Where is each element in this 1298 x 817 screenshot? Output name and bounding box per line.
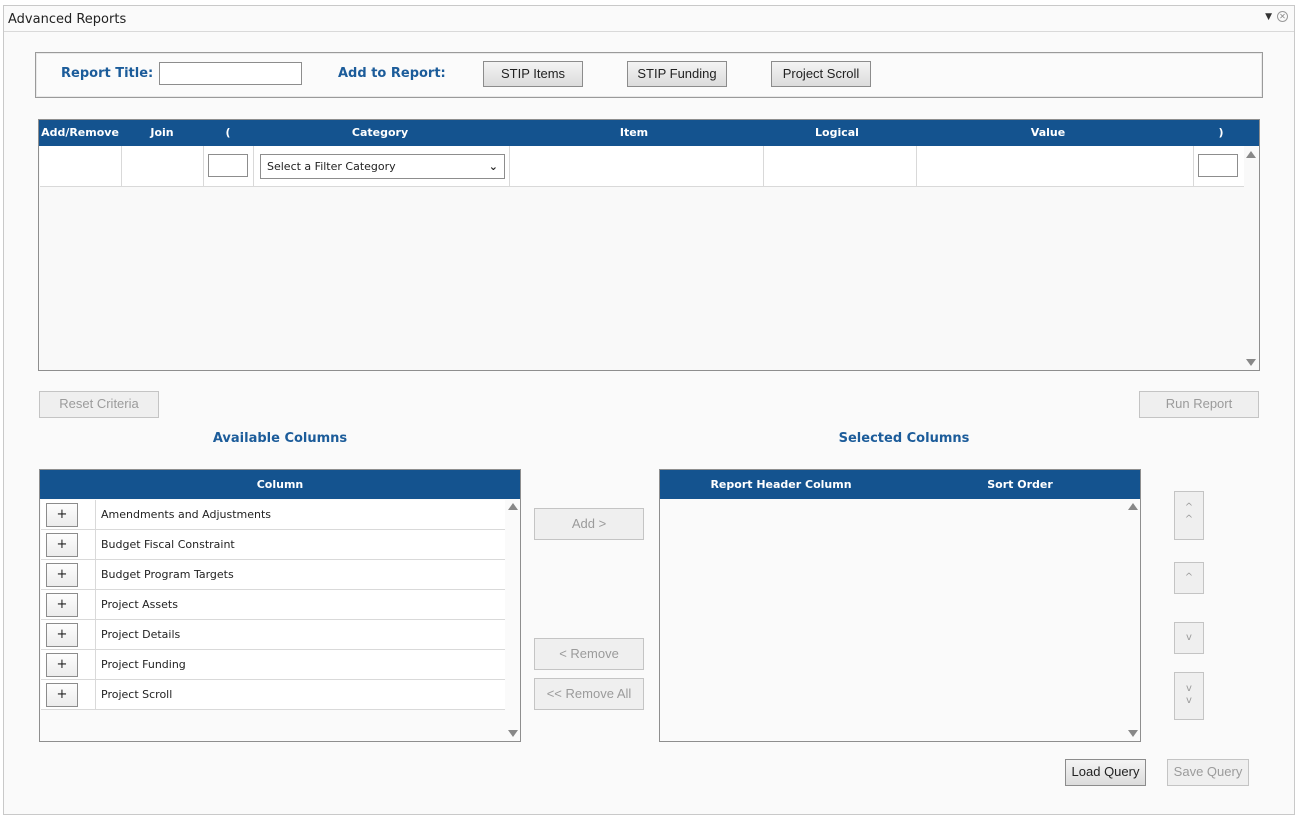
col-header-category: Category [351,126,409,139]
move-up-button[interactable]: ^ [1174,562,1204,594]
list-item-label: Budget Fiscal Constraint [101,538,235,551]
col-header-join: Join [150,126,174,139]
col-header-add-remove: Add/Remove [41,126,119,139]
list-item-label: Project Scroll [101,688,173,701]
add-button[interactable]: Add > [534,508,644,540]
criteria-row: Select a Filter Category ⌄ [40,146,1244,187]
list-item: + Budget Program Targets [41,560,505,590]
col-header-item: Item [619,126,649,139]
save-query-button[interactable]: Save Query [1167,759,1249,786]
add-column-button[interactable]: + [46,563,78,587]
close-paren-input[interactable] [1198,154,1238,177]
criteria-header: Add/Remove Join ( Category Item Logical … [39,120,1259,146]
stip-funding-button[interactable]: STIP Funding [627,61,727,87]
load-query-button[interactable]: Load Query [1065,759,1146,786]
available-columns-title: Available Columns [212,431,348,446]
list-item-label: Project Assets [101,598,178,611]
report-title-label: Report Title: [61,66,154,81]
move-down-button[interactable]: v [1174,622,1204,654]
project-scroll-button[interactable]: Project Scroll [771,61,871,87]
collapse-caret-icon[interactable]: ▼ [1265,12,1272,22]
list-item-label: Amendments and Adjustments [101,508,272,521]
panel-header: Advanced Reports ▼ ✕ [4,6,1294,32]
scroll-up-icon[interactable] [1246,151,1256,158]
scroll-down-icon[interactable] [1128,730,1138,737]
sort-order-header: Sort Order [987,478,1053,491]
scroll-up-icon[interactable] [508,503,518,510]
col-header-close-paren: ) [1218,126,1224,139]
add-to-report-label: Add to Report: [338,66,446,81]
report-title-input[interactable] [159,62,302,85]
add-column-button[interactable]: + [46,683,78,707]
scroll-up-icon[interactable] [1128,503,1138,510]
list-item-label: Project Details [101,628,181,641]
col-header-open-paren: ( [225,126,231,139]
close-icon[interactable]: ✕ [1277,11,1288,22]
run-report-button[interactable]: Run Report [1139,391,1259,418]
column-header: Column [256,478,304,491]
list-item: + Project Assets [41,590,505,620]
selected-columns-header: Report Header Column Sort Order [660,470,1140,499]
add-column-button[interactable]: + [46,503,78,527]
add-column-button[interactable]: + [46,653,78,677]
add-column-button[interactable]: + [46,593,78,617]
move-top-button[interactable]: ^ ^ [1174,491,1204,540]
filter-category-select[interactable]: Select a Filter Category ⌄ [260,154,505,179]
report-toolbar: Report Title: Add to Report: STIP Items … [35,52,1263,98]
add-column-button[interactable]: + [46,533,78,557]
report-header-column-header: Report Header Column [710,478,852,491]
list-item: + Project Scroll [41,680,505,710]
list-item-label: Budget Program Targets [101,568,234,581]
remove-button[interactable]: < Remove [534,638,644,670]
col-header-value: Value [1030,126,1066,139]
selected-columns-title: Selected Columns [838,431,970,446]
add-column-button[interactable]: + [46,623,78,647]
open-paren-input[interactable] [208,154,248,177]
selected-columns-list: Report Header Column Sort Order [659,469,1141,742]
remove-all-button[interactable]: << Remove All [534,678,644,710]
filter-category-value: Select a Filter Category [267,160,396,173]
list-item: + Budget Fiscal Constraint [41,530,505,560]
scroll-down-icon[interactable] [1246,359,1256,366]
list-item-label: Project Funding [101,658,186,671]
scroll-down-icon[interactable] [508,730,518,737]
criteria-grid: Add/Remove Join ( Category Item Logical … [38,119,1260,371]
move-bottom-button[interactable]: v v [1174,672,1204,720]
stip-items-button[interactable]: STIP Items [483,61,583,87]
list-item: + Project Funding [41,650,505,680]
col-header-logical: Logical [815,126,859,139]
panel-title: Advanced Reports [8,12,127,27]
chevron-down-icon: ⌄ [488,160,498,173]
list-item: + Amendments and Adjustments [41,500,505,530]
available-columns-header: Column [40,470,520,499]
available-columns-list: Column + Amendments and Adjustments + Bu… [39,469,521,742]
list-item: + Project Details [41,620,505,650]
reset-criteria-button[interactable]: Reset Criteria [39,391,159,418]
